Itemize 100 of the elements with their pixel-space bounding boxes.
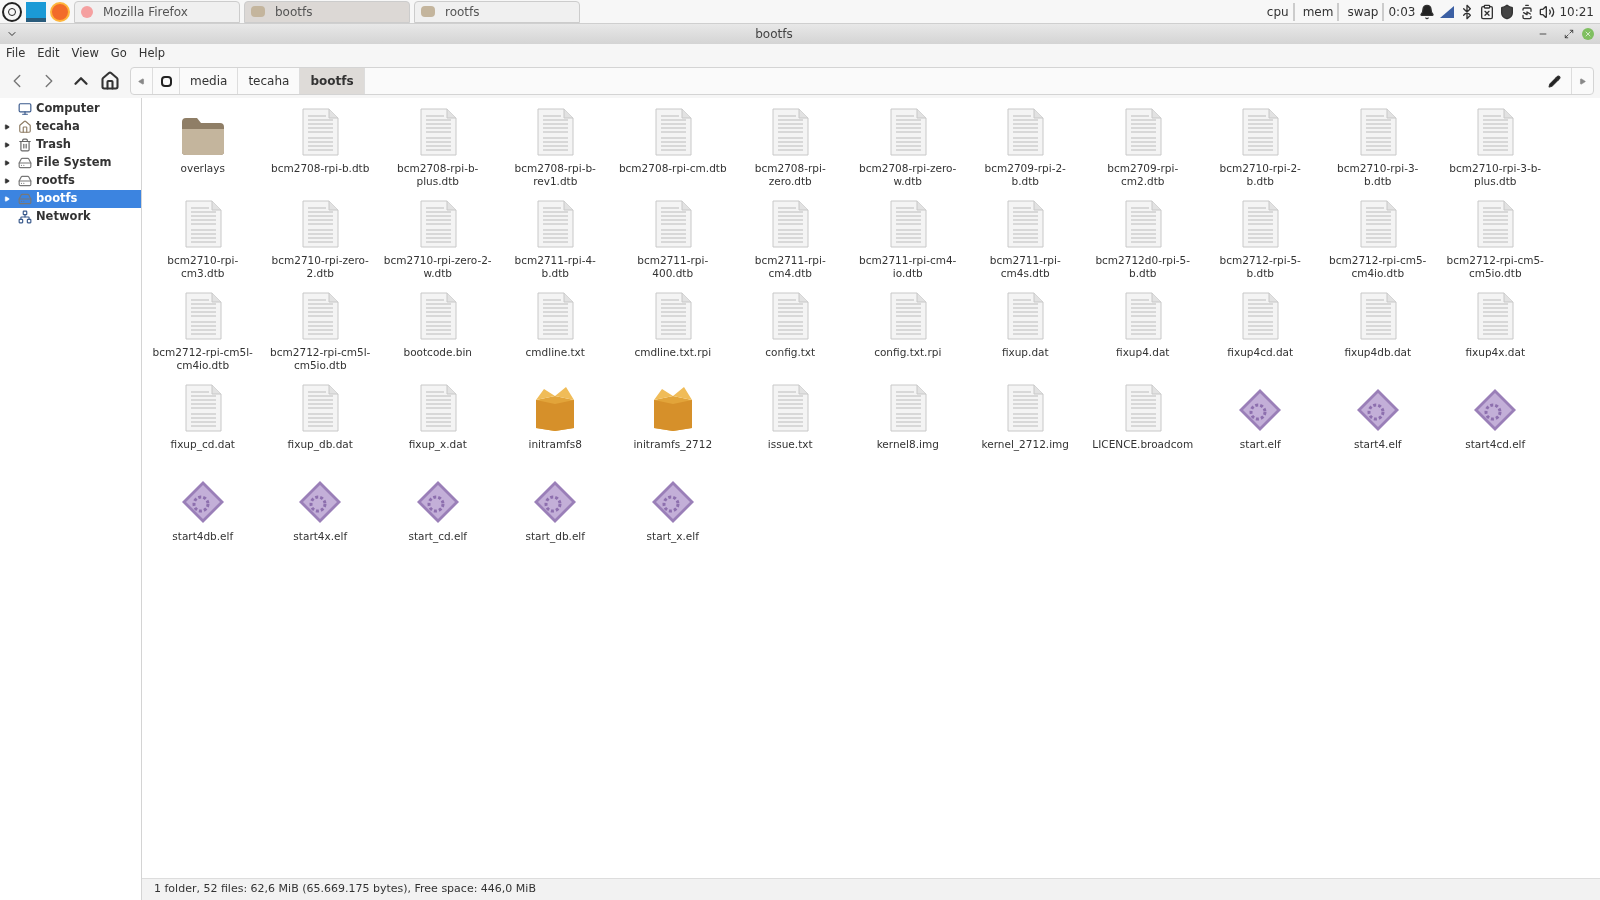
file-name[interactable]: bcm2710-rpi-zero-2-w.dtb [383, 254, 492, 280]
file-name[interactable]: fixup.dat [971, 346, 1080, 359]
file-name[interactable]: bcm2709-rpi-cm2.dtb [1088, 162, 1197, 188]
file-name[interactable]: bcm2712-rpi-cm5-cm5io.dtb [1441, 254, 1550, 280]
menu-icon[interactable] [2, 1, 22, 22]
file-name[interactable]: bcm2712-rpi-cm5-cm4io.dtb [1323, 254, 1432, 280]
file-name[interactable]: start4cd.elf [1441, 438, 1550, 451]
file-name[interactable]: fixup4x.dat [1441, 346, 1550, 359]
menu-item[interactable]: Help [134, 45, 169, 63]
expander-icon[interactable] [4, 124, 10, 130]
menu-item[interactable]: Go [106, 45, 131, 63]
file-name[interactable]: bcm2711-rpi-cm4.dtb [736, 254, 845, 280]
sidebar-item[interactable]: rootfs [0, 172, 141, 190]
taskbar-task[interactable]: rootfs [414, 0, 580, 23]
file-name[interactable]: bcm2710-rpi-3-b.dtb [1323, 162, 1432, 188]
diamond-gear-icon [1238, 388, 1283, 432]
file-name[interactable]: fixup4.dat [1088, 346, 1197, 359]
file-name[interactable]: bcm2712-rpi-cm5l-cm4io.dtb [148, 346, 257, 372]
expander-icon[interactable] [4, 160, 10, 166]
expander-icon[interactable] [4, 178, 10, 184]
file-name[interactable]: initramfs_2712 [618, 438, 727, 451]
file-name[interactable]: fixup_x.dat [383, 438, 492, 451]
file-name[interactable]: bcm2711-rpi-400.dtb [618, 254, 727, 280]
file-name[interactable]: bcm2711-rpi-cm4s.dtb [971, 254, 1080, 280]
file-name[interactable]: start4db.elf [148, 530, 257, 543]
file-name[interactable]: start4.elf [1323, 438, 1432, 451]
text-file-icon [1357, 200, 1398, 248]
sidebar-item[interactable]: Network [0, 208, 141, 226]
file-name[interactable]: bcm2712-rpi-5-b.dtb [1206, 254, 1315, 280]
file-name[interactable]: bcm2710-rpi-2-b.dtb [1206, 162, 1315, 188]
file-name[interactable]: bcm2708-rpi-b.dtb [266, 162, 375, 175]
sidebar-item[interactable]: Computer [0, 100, 141, 118]
shield-icon[interactable] [1499, 3, 1516, 20]
clipboard-icon[interactable] [1479, 3, 1496, 20]
file-name[interactable]: bcm2708-rpi-b-rev1.dtb [501, 162, 610, 188]
file-name[interactable]: bcm2708-rpi-b-plus.dtb [383, 162, 492, 188]
file-name[interactable]: bcm2711-rpi-cm4-io.dtb [853, 254, 962, 280]
volume-icon[interactable] [1539, 3, 1556, 20]
file-name[interactable]: bcm2708-rpi-zero-w.dtb [853, 162, 962, 188]
file-name[interactable]: fixup_db.dat [266, 438, 375, 451]
maximize-icon[interactable] [1564, 29, 1574, 39]
file-name[interactable]: kernel_2712.img [971, 438, 1080, 451]
file-name[interactable]: bcm2708-rpi-zero.dtb [736, 162, 845, 188]
clock-text[interactable]: 10:21 [1559, 2, 1598, 21]
file-name[interactable]: bcm2710-rpi-3-b-plus.dtb [1441, 162, 1550, 188]
file-name[interactable]: bcm2711-rpi-4-b.dtb [501, 254, 610, 280]
text-file-icon [887, 108, 928, 156]
file-name[interactable]: start_x.elf [618, 530, 727, 543]
system-monitor-label[interactable]: swap [1343, 2, 1385, 21]
file-name[interactable]: LICENCE.broadcom [1088, 438, 1197, 451]
text-file-icon [1357, 108, 1398, 156]
file-name[interactable]: bcm2709-rpi-2-b.dtb [971, 162, 1080, 188]
file-name[interactable]: bcm2708-rpi-cm.dtb [618, 162, 727, 175]
file-name[interactable]: start.elf [1206, 438, 1315, 451]
file-name[interactable]: bcm2710-rpi-zero-2.dtb [266, 254, 375, 280]
sidebar-item[interactable]: tecaha [0, 118, 141, 136]
file-name[interactable]: bcm2710-rpi-cm3.dtb [148, 254, 257, 280]
file-name[interactable]: config.txt [736, 346, 845, 359]
text-file-icon [1122, 292, 1163, 340]
file-name[interactable]: cmdline.txt.rpi [618, 346, 727, 359]
taskbar-task[interactable]: Mozilla Firefox [74, 0, 240, 23]
file-name[interactable]: start_cd.elf [383, 530, 492, 543]
file-name[interactable]: fixup_cd.dat [148, 438, 257, 451]
file-name[interactable]: initramfs8 [501, 438, 610, 451]
sidebar-item[interactable]: Trash [0, 136, 141, 154]
file-name[interactable]: start_db.elf [501, 530, 610, 543]
sidebar-item[interactable]: File System [0, 154, 141, 172]
file-name[interactable]: fixup4db.dat [1323, 346, 1432, 359]
system-monitor-label[interactable]: cpu [1262, 2, 1295, 21]
text-file-icon [417, 200, 458, 248]
file-name[interactable]: overlays [148, 162, 257, 175]
file-name[interactable]: bcm2712d0-rpi-5-b.dtb [1088, 254, 1197, 280]
notification-bell-icon[interactable] [1419, 3, 1436, 20]
file-name[interactable]: fixup4cd.dat [1206, 346, 1315, 359]
menu-item[interactable]: Edit [33, 45, 64, 63]
menu-item[interactable]: View [67, 45, 103, 63]
path-button[interactable]: media [180, 68, 239, 94]
file-name[interactable]: bootcode.bin [383, 346, 492, 359]
text-file-icon [887, 384, 928, 432]
file-name[interactable]: start4x.elf [266, 530, 375, 543]
text-file-icon [1240, 200, 1281, 248]
file-name[interactable]: kernel8.img [853, 438, 962, 451]
system-monitor-label[interactable]: mem [1298, 2, 1340, 21]
signal-bars-icon[interactable] [1439, 4, 1456, 19]
sidebar-item[interactable]: bootfs [0, 190, 141, 208]
expander-icon[interactable] [4, 142, 10, 148]
drive-icon [18, 192, 32, 206]
file-name[interactable]: cmdline.txt [501, 346, 610, 359]
text-file-icon [770, 200, 811, 248]
menu-item[interactable]: File [2, 45, 30, 63]
text-file-icon [300, 200, 341, 248]
text-file-icon [300, 108, 341, 156]
file-name[interactable]: issue.txt [736, 438, 845, 451]
home-icon[interactable] [100, 71, 120, 91]
path-button[interactable]: bootfs [300, 68, 365, 94]
taskbar-task[interactable]: bootfs [244, 0, 410, 23]
text-file-icon [1475, 108, 1516, 156]
file-name[interactable]: config.txt.rpi [853, 346, 962, 359]
file-name[interactable]: bcm2712-rpi-cm5l-cm5io.dtb [266, 346, 375, 372]
edit-path-icon[interactable] [1548, 74, 1561, 88]
